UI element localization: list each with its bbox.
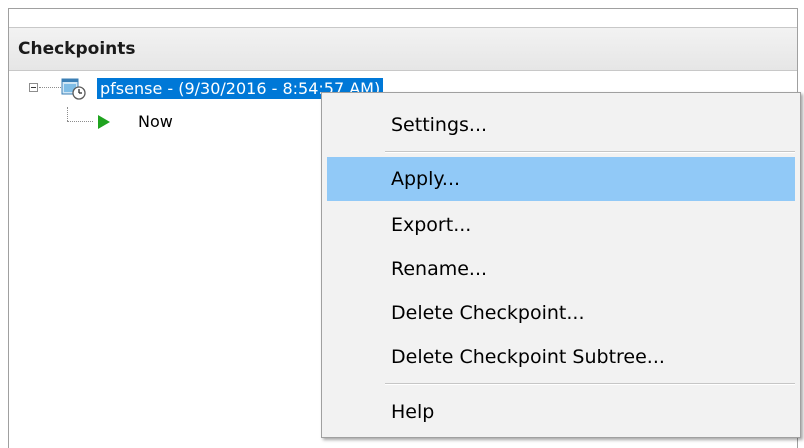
menu-item-rename[interactable]: Rename... [327, 247, 795, 291]
menu-item-label: Help [391, 401, 435, 423]
tree-connector [39, 87, 61, 88]
menu-item-label: Delete Checkpoint... [391, 302, 585, 324]
menu-separator [385, 383, 795, 385]
menu-item-settings[interactable]: Settings... [327, 103, 795, 147]
context-menu: Settings... Apply... Export... Rename...… [321, 92, 801, 438]
menu-item-label: Delete Checkpoint Subtree... [391, 346, 665, 368]
checkpoint-icon [61, 78, 86, 100]
menu-item-delete-checkpoint[interactable]: Delete Checkpoint... [327, 291, 795, 335]
menu-item-apply[interactable]: Apply... [327, 157, 795, 201]
menu-item-label: Rename... [391, 258, 488, 280]
tree-node-now[interactable]: Now [138, 111, 173, 132]
menu-item-label: Apply... [391, 168, 461, 190]
tree-connector [67, 121, 93, 122]
menu-item-label: Settings... [391, 114, 488, 136]
tree-connector [67, 107, 68, 121]
menu-item-export[interactable]: Export... [327, 203, 795, 247]
panel-header: Checkpoints [9, 27, 797, 71]
menu-item-delete-checkpoint-subtree[interactable]: Delete Checkpoint Subtree... [327, 335, 795, 379]
menu-item-label: Export... [391, 214, 472, 236]
panel-title: Checkpoints [18, 39, 136, 59]
menu-item-help[interactable]: Help [327, 390, 795, 434]
menu-separator [385, 151, 795, 153]
play-arrow-icon [98, 115, 110, 129]
collapse-toggle-icon[interactable] [29, 83, 38, 92]
